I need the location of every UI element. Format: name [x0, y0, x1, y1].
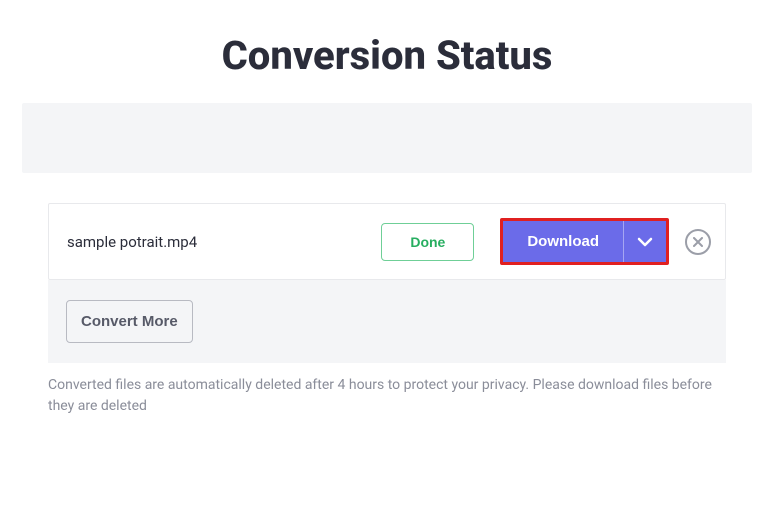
close-button[interactable] — [685, 229, 711, 255]
close-icon — [693, 237, 703, 247]
file-name: sample potrait.mp4 — [67, 233, 371, 251]
top-banner — [22, 103, 752, 173]
conversion-card: sample potrait.mp4 Done Download Convert… — [22, 203, 752, 417]
status-done-button: Done — [381, 223, 474, 261]
download-button-group: Download — [500, 218, 669, 265]
convert-more-button[interactable]: Convert More — [66, 300, 193, 343]
chevron-down-icon — [637, 237, 653, 247]
page-title: Conversion Status — [0, 0, 774, 103]
download-dropdown-button[interactable] — [624, 221, 666, 262]
download-button[interactable]: Download — [503, 221, 624, 262]
privacy-note: Converted files are automatically delete… — [48, 375, 726, 417]
file-row: sample potrait.mp4 Done Download — [48, 203, 726, 280]
convert-more-section: Convert More — [48, 280, 726, 363]
